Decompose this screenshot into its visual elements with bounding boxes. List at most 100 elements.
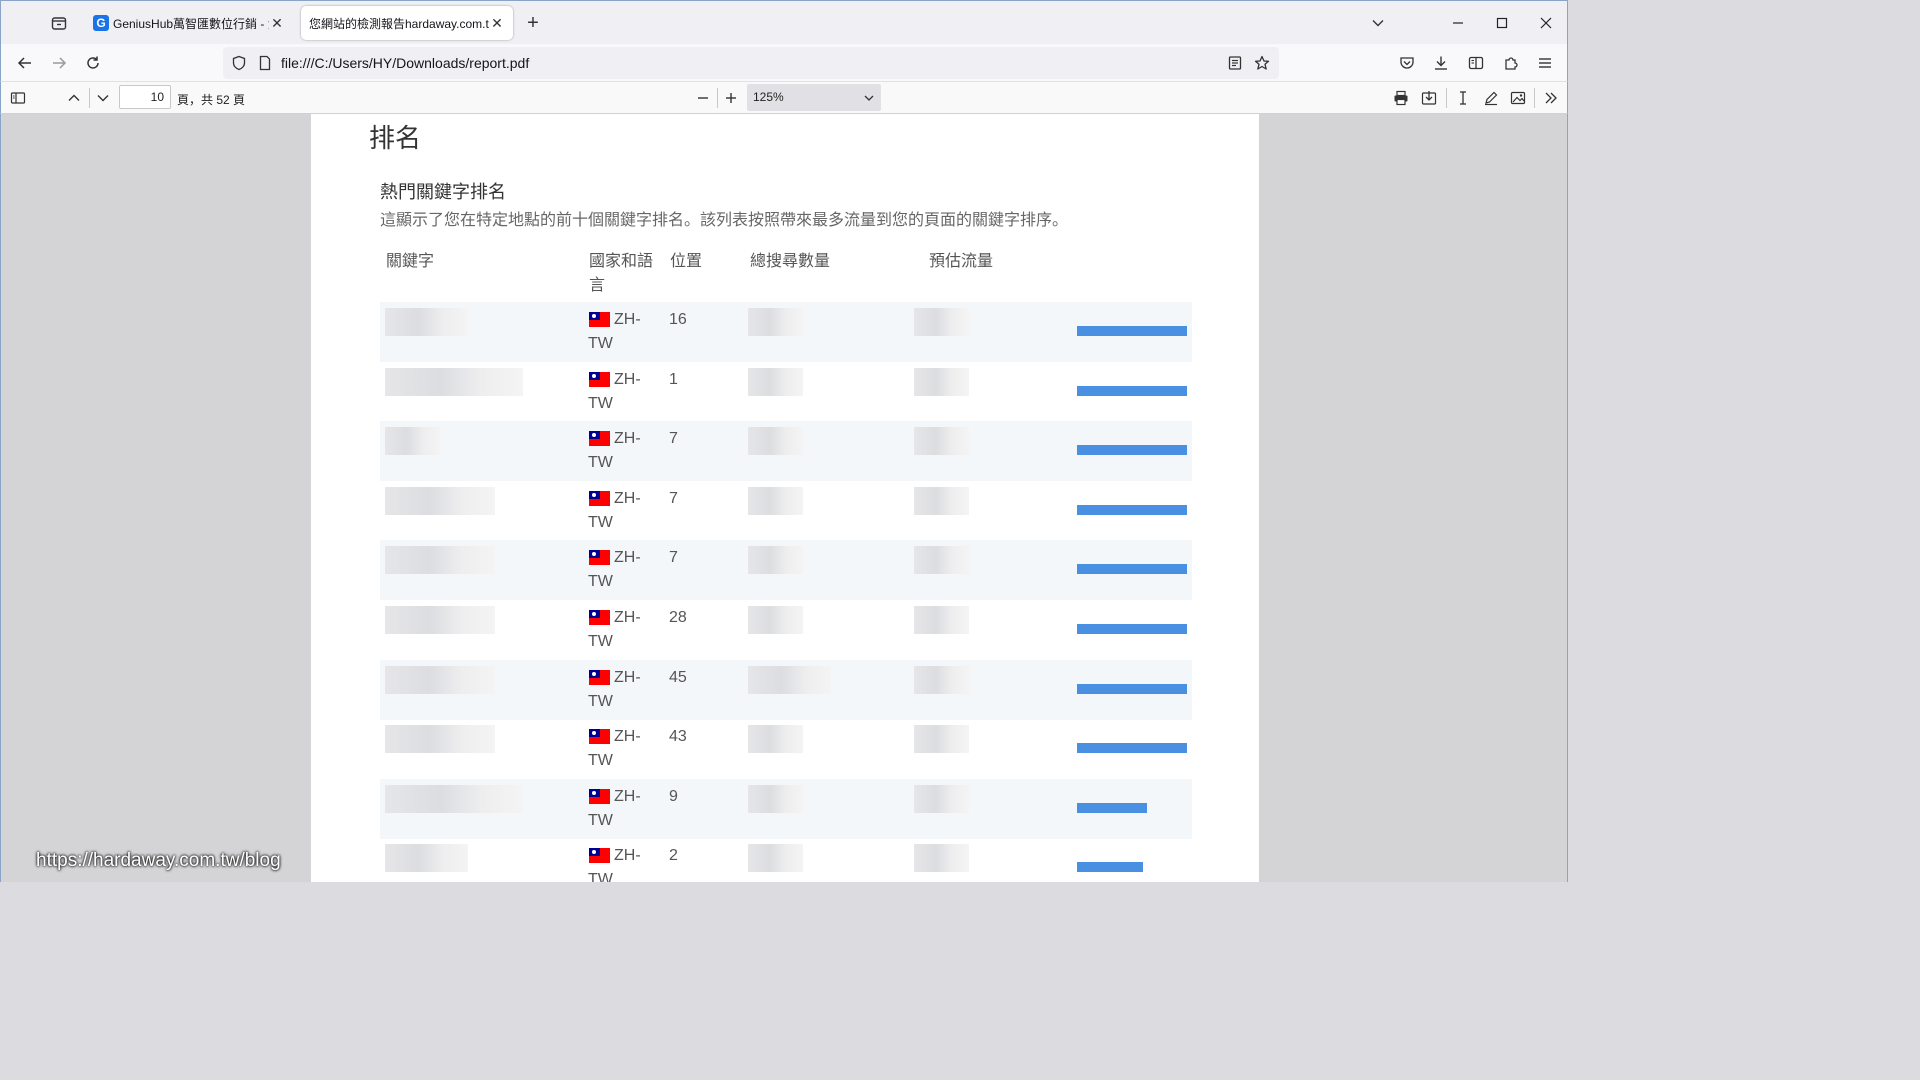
extensions-button[interactable] — [1497, 49, 1525, 77]
country-language-cell: ZH- TW — [588, 666, 648, 714]
tab-label: 您網站的檢測報告hardaway.com.tw — [309, 16, 489, 31]
back-icon — [17, 57, 31, 69]
list-all-tabs-button[interactable] — [1364, 9, 1392, 37]
page-number-input[interactable]: 10 — [119, 85, 171, 109]
close-icon[interactable]: ✕ — [269, 15, 285, 31]
total-searches-redacted — [748, 784, 803, 813]
print-button[interactable] — [1388, 85, 1414, 111]
country-code: TW — [588, 335, 613, 352]
table-row: ZH- TW 7 — [380, 540, 1192, 601]
toggle-sidebar-button[interactable] — [5, 85, 31, 111]
traffic-bar-fill — [1077, 326, 1187, 336]
country-code: TW — [588, 513, 613, 531]
tab-list-button[interactable] — [45, 9, 73, 37]
estimated-traffic-redacted — [914, 784, 969, 813]
page-icon — [259, 55, 271, 71]
reader-icon[interactable] — [1227, 55, 1243, 71]
table-row: ZH- TW 1 — [380, 362, 1192, 422]
total-searches-redacted — [748, 606, 803, 634]
sidebar-icon — [1468, 56, 1484, 70]
app-menu-button[interactable] — [1531, 49, 1559, 77]
url-bar[interactable]: file:///C:/Users/HY/Downloads/report.pdf — [223, 47, 1279, 79]
toolbar-separator — [1446, 88, 1447, 108]
text-tool-button[interactable] — [1450, 85, 1476, 111]
url-text[interactable]: file:///C:/Users/HY/Downloads/report.pdf — [281, 55, 529, 71]
traffic-bar-fill — [1077, 504, 1187, 515]
zoom-in-button[interactable] — [718, 85, 744, 111]
language-code: ZH- — [614, 430, 641, 448]
column-header-estimated-traffic: 預估流量 — [929, 253, 994, 270]
pdf-page: 排名 熱門關鍵字排名 這顯示了您在特定地點的前十個關鍵字排名。該列表按照帶來最多… — [311, 114, 1259, 882]
print-icon — [1394, 90, 1408, 106]
traffic-bar-fill — [1077, 445, 1187, 456]
estimated-traffic-redacted — [914, 427, 969, 456]
close-window-button[interactable] — [1532, 9, 1560, 37]
chevron-down-icon — [863, 84, 875, 111]
plus-icon — [726, 93, 736, 103]
tab-report[interactable]: 您網站的檢測報告hardaway.com.tw ✕ — [301, 6, 513, 40]
forward-icon — [53, 57, 67, 69]
table-row: ZH- TW 9 — [380, 778, 1192, 839]
country-language-cell: ZH- TW — [588, 308, 648, 356]
reload-button[interactable] — [79, 49, 107, 77]
table-row: ZH- TW 45 — [380, 659, 1192, 720]
traffic-bar-fill — [1077, 564, 1187, 575]
new-tab-button[interactable]: + — [521, 11, 545, 35]
download-icon — [1435, 56, 1447, 70]
text-cursor-icon — [1460, 91, 1466, 105]
tab-geniushub[interactable]: G GeniusHub萬智匯數位行銷 - 免 ✕ — [85, 6, 293, 40]
total-searches-redacted — [748, 486, 803, 515]
forward-button[interactable] — [45, 49, 73, 77]
previous-page-button[interactable] — [61, 85, 87, 111]
traffic-bar — [1077, 326, 1187, 336]
page-count-label: 頁，共 52 頁 — [177, 93, 246, 107]
downloads-button[interactable] — [1427, 49, 1455, 77]
maximize-button[interactable] — [1488, 9, 1516, 37]
language-code: ZH- — [614, 311, 641, 328]
pocket-button[interactable] — [1393, 49, 1421, 77]
zoom-select[interactable]: 125% — [747, 84, 881, 111]
language-code: ZH- — [614, 609, 641, 626]
traffic-bar-fill — [1077, 683, 1187, 694]
next-page-button[interactable] — [90, 85, 116, 111]
column-header-position: 位置 — [670, 253, 703, 270]
navigation-toolbar: file:///C:/Users/HY/Downloads/report.pdf — [0, 44, 1568, 82]
traffic-bar — [1077, 862, 1187, 873]
keyword-redacted — [385, 784, 523, 813]
traffic-bar-fill — [1077, 624, 1187, 634]
keyword-redacted — [385, 665, 495, 694]
traffic-bar — [1077, 385, 1187, 396]
position-cell: 7 — [669, 489, 678, 507]
column-header-keyword: 關鍵字 — [386, 253, 435, 270]
zoom-out-button[interactable] — [690, 85, 716, 111]
sidebar-button[interactable] — [1462, 49, 1490, 77]
country-code: TW — [588, 633, 613, 650]
more-tools-button[interactable] — [1538, 85, 1564, 111]
estimated-traffic-redacted — [914, 665, 969, 694]
back-button[interactable] — [11, 49, 39, 77]
traffic-bar — [1077, 683, 1187, 694]
keyword-redacted — [385, 725, 495, 754]
minimize-icon — [1453, 22, 1463, 24]
country-code: TW — [588, 752, 613, 770]
estimated-traffic-redacted — [914, 606, 969, 634]
estimated-traffic-redacted — [914, 367, 969, 396]
position-cell: 9 — [669, 787, 678, 805]
traffic-bar — [1077, 624, 1187, 634]
keyword-redacted — [385, 427, 440, 456]
draw-tool-button[interactable] — [1478, 85, 1504, 111]
country-language-cell: ZH- TW — [588, 487, 648, 535]
table-row: ZH- TW 43 — [380, 719, 1192, 779]
country-language-cell: ZH- TW — [588, 725, 648, 773]
save-button[interactable] — [1416, 85, 1442, 111]
language-code: ZH- — [614, 549, 641, 567]
close-icon[interactable]: ✕ — [489, 15, 505, 31]
minimize-button[interactable] — [1444, 9, 1472, 37]
table-row: ZH- TW 7 — [380, 421, 1192, 482]
country-code: TW — [588, 573, 613, 591]
star-icon[interactable] — [1254, 55, 1270, 71]
country-language-cell: ZH- TW — [588, 844, 648, 882]
shield-icon[interactable] — [231, 55, 247, 71]
pdf-viewer[interactable]: 排名 熱門關鍵字排名 這顯示了您在特定地點的前十個關鍵字排名。該列表按照帶來最多… — [0, 114, 1568, 882]
image-tool-button[interactable] — [1505, 85, 1531, 111]
